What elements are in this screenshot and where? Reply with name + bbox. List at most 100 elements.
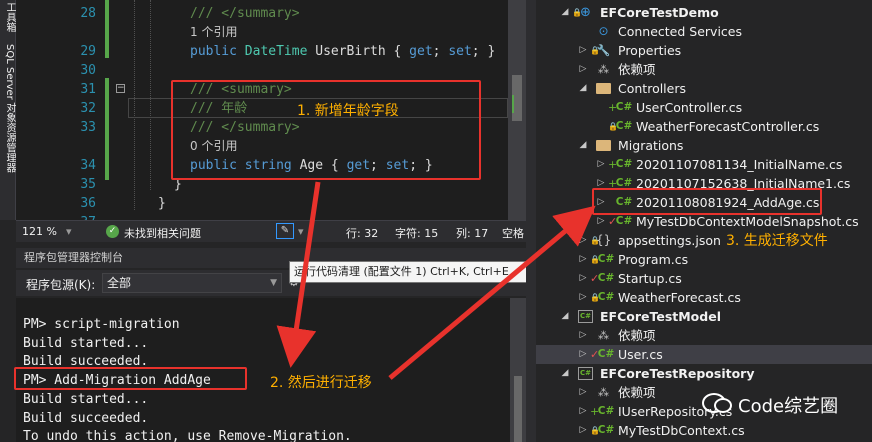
csharp-project-icon: C# [578,310,593,323]
expanded-arrow-icon[interactable]: ◢ [578,79,588,98]
zoom-dropdown-icon[interactable]: ▾ [66,225,72,238]
tree-item-label: Program.cs [618,252,689,267]
doc-comment: /// </summary> [190,6,300,21]
watermark-text: Code综艺圈 [738,396,839,417]
scrollbar-thumb[interactable] [514,376,522,442]
collapsed-arrow-icon[interactable]: ▷ [578,345,588,364]
csharp-file-icon: C# [615,120,633,132]
code-text: public DateTime UserBirth { get; set; } [190,44,496,59]
folder-icon [596,140,611,151]
json-file-icon: {} [596,233,612,247]
line-number: 32 [80,101,96,116]
zoom-level[interactable]: 121 % [22,225,57,238]
solution-tree-item[interactable]: ◢ C# EFCoreTestRepository [536,364,872,383]
package-source-value: 全部 [107,276,132,290]
no-issues-icon: ✓ [106,225,119,238]
console-line: Build succeeded. [23,410,149,426]
solution-tree-item[interactable]: ◢ Migrations [536,136,872,155]
solution-tree-item[interactable]: ▷ ⁂ 依赖项 [536,326,872,345]
tree-item-label: Startup.cs [618,271,682,286]
expanded-arrow-icon[interactable]: ◢ [560,3,570,22]
line-number: 34 [80,158,96,173]
line-indicator: 行: 32 [346,227,379,240]
csharp-project-icon: C# [578,367,593,380]
cleanup-dropdown-icon[interactable]: ▾ [298,225,304,238]
code-line: 1 个引用 [16,23,508,42]
solution-tree-item[interactable]: ▷ ✓ C# Startup.cs [536,269,872,288]
solution-tree-item[interactable]: ▷ 🔒 C# WeatherForecast.cs [536,288,872,307]
panel-splitter[interactable] [526,0,536,442]
tree-item-label: 20201107081134_InitialName.cs [636,157,843,172]
toolbox-tab[interactable]: 工具箱 [2,2,17,32]
issues-status[interactable]: 未找到相关问题 [124,225,201,241]
expanded-arrow-icon[interactable]: ◢ [560,307,570,326]
line-number: 31 [80,82,96,97]
collapsed-arrow-icon[interactable]: ▷ [578,41,588,60]
csharp-file-icon: C# [597,424,615,436]
code-line: 29 public DateTime UserBirth { get; set; … [16,42,508,61]
line-number: 33 [80,120,96,135]
csharp-file-icon: C# [597,253,615,265]
solution-tree-item[interactable]: ▷ 🔒 🔧 Properties [536,41,872,60]
collapsed-arrow-icon[interactable]: ▷ [578,402,588,421]
tree-item-label: Properties [618,43,682,58]
collapsed-arrow-icon[interactable]: ▷ [578,421,588,440]
collapsed-arrow-icon[interactable]: ▷ [578,250,588,269]
tree-item-label: WeatherForecastController.cs [636,119,820,134]
tree-item-label: UserController.cs [636,100,743,115]
collapsed-arrow-icon[interactable]: ▷ [578,326,588,345]
char-indicator: 字符: 15 [395,227,439,240]
dependencies-icon: ⁂ [598,386,609,399]
package-source-select[interactable]: 全部 ▼ [102,273,282,293]
solution-tree-item[interactable]: ◢ 🔒 ⊕ EFCoreTestDemo [536,3,872,22]
solution-tree-item[interactable]: ⊙ Connected Services [536,22,872,41]
solution-explorer: ◢ 🔒 ⊕ EFCoreTestDemo ⊙ Connected Services ▷ 🔒 🔧 P… [536,0,872,442]
connected-services-icon: ⊙ [598,24,609,38]
dependencies-icon: ⁂ [598,63,609,76]
collapsed-arrow-icon[interactable]: ▷ [578,383,588,402]
csharp-file-icon: C# [615,215,633,227]
collapsed-arrow-icon[interactable]: ▷ [578,231,588,250]
expanded-arrow-icon[interactable]: ◢ [578,136,588,155]
tree-item-label: EFCoreTestRepository [600,366,755,381]
annotation-step3: 3. 生成迁移文件 [726,233,828,249]
expanded-arrow-icon[interactable]: ◢ [560,364,570,383]
whitespace-mode: 空格 [502,227,524,240]
collapsed-arrow-icon[interactable]: ▷ [596,155,606,174]
solution-tree-item[interactable]: ▷ 🔒 C# Program.cs [536,250,872,269]
dependencies-icon: ⁂ [598,329,609,342]
solution-tree-item[interactable]: 🔒 C# WeatherForecastController.cs [536,117,872,136]
console-line: Build started... [23,391,149,407]
annotation-step1: 1. 新增年龄字段 [297,103,399,119]
annotation-box-migration-file [592,188,822,215]
code-cleanup-button[interactable]: ✎ [276,223,294,239]
web-project-icon: ⊕ [580,5,591,20]
tree-item-label: EFCoreTestDemo [600,5,719,20]
csharp-file-icon: C# [615,101,633,113]
chat-bubble-icon [714,398,732,413]
solution-tree-item[interactable]: ◢ Controllers [536,79,872,98]
line-number: 30 [80,63,96,78]
collapsed-arrow-icon[interactable]: ▷ [578,269,588,288]
side-tool-strip: 工具箱 SQL Server 对象资源管理器 [0,0,16,220]
solution-tree-item[interactable]: ◢ C# EFCoreTestModel [536,307,872,326]
collapsed-arrow-icon[interactable]: ▷ [578,60,588,79]
solution-tree-item[interactable]: ▷ ⁂ 依赖项 [536,60,872,79]
solution-tree-item[interactable]: ▷ + C# 20201107081134_InitialName.cs [536,155,872,174]
solution-tree-item[interactable]: ▷ 🔒 C# MyTestDbContext.cs [536,421,872,440]
line-number: 36 [80,196,96,211]
collapsed-arrow-icon[interactable]: ▷ [578,288,588,307]
codelens-reference-count[interactable]: 1 个引用 [190,23,237,42]
sql-server-explorer-tab[interactable]: SQL Server 对象资源管理器 [2,44,17,173]
tree-item-label: Migrations [618,138,684,153]
code-text: } [158,196,166,211]
line-number: 37 [56,213,96,220]
editor-scrollbar[interactable] [508,0,526,220]
tree-item-label: User.cs [618,347,663,362]
solution-tree-item[interactable]: + C# UserController.cs [536,98,872,117]
tree-item-label: MyTestDbContext.cs [618,423,745,438]
solution-tree-item[interactable]: ▷ ✓ C# User.cs [536,345,872,364]
console-scrollbar[interactable] [510,298,526,442]
code-line: 28 /// </summary> [16,4,508,23]
properties-wrench-icon: 🔧 [596,44,611,57]
